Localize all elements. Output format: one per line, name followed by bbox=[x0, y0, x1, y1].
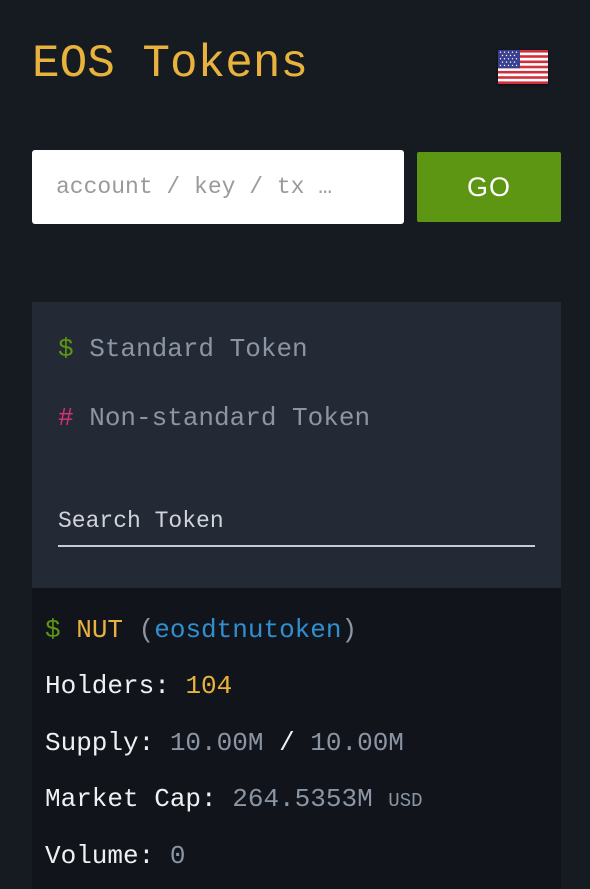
open-paren: ( bbox=[138, 615, 155, 645]
token-type-symbol: $ bbox=[45, 615, 61, 645]
legend-standard-token: $ Standard Token bbox=[58, 333, 308, 365]
holders-label: Holders: bbox=[45, 671, 170, 701]
token-contract-link[interactable]: eosdtnutoken bbox=[154, 615, 341, 645]
standard-token-symbol: $ bbox=[58, 334, 74, 364]
go-button[interactable]: GO bbox=[417, 152, 561, 222]
token-card[interactable]: $ NUT (eosdtnutoken) Holders: 104 Supply… bbox=[32, 588, 561, 889]
supply-label: Supply: bbox=[45, 728, 155, 758]
supply-row: Supply: 10.00M / 10.00M bbox=[45, 727, 404, 759]
market-cap-value: 264.5353M bbox=[232, 784, 373, 814]
page: EOS Tokens GO $ Standard Tok bbox=[0, 0, 590, 889]
search-bar: GO bbox=[32, 150, 561, 224]
holders-value: 104 bbox=[185, 671, 233, 701]
standard-token-label: Standard Token bbox=[89, 334, 308, 364]
supply-separator: / bbox=[279, 728, 295, 758]
volume-row: Volume: 0 bbox=[45, 840, 185, 872]
market-cap-row: Market Cap: 264.5353M USD bbox=[45, 783, 423, 817]
volume-value: 0 bbox=[169, 841, 186, 871]
token-name-row: $ NUT (eosdtnutoken) bbox=[45, 614, 357, 646]
market-cap-label: Market Cap: bbox=[45, 784, 217, 814]
close-paren: ) bbox=[341, 615, 358, 645]
market-cap-currency: USD bbox=[388, 790, 423, 812]
header: EOS Tokens bbox=[32, 34, 558, 94]
volume-label: Volume: bbox=[45, 841, 155, 871]
token-search-input[interactable] bbox=[58, 497, 535, 547]
nonstandard-token-symbol: # bbox=[58, 403, 74, 433]
supply-current: 10.00M bbox=[169, 728, 264, 758]
search-input[interactable] bbox=[32, 150, 404, 224]
supply-max: 10.00M bbox=[310, 728, 404, 758]
token-symbol[interactable]: NUT bbox=[76, 615, 123, 645]
holders-row: Holders: 104 bbox=[45, 670, 232, 702]
us-flag-icon[interactable] bbox=[498, 50, 548, 84]
site-title[interactable]: EOS Tokens bbox=[32, 34, 308, 94]
legend-nonstandard-token: # Non-standard Token bbox=[58, 402, 370, 434]
nonstandard-token-label: Non-standard Token bbox=[89, 403, 371, 433]
token-filter-panel: $ Standard Token # Non-standard Token bbox=[32, 302, 561, 588]
